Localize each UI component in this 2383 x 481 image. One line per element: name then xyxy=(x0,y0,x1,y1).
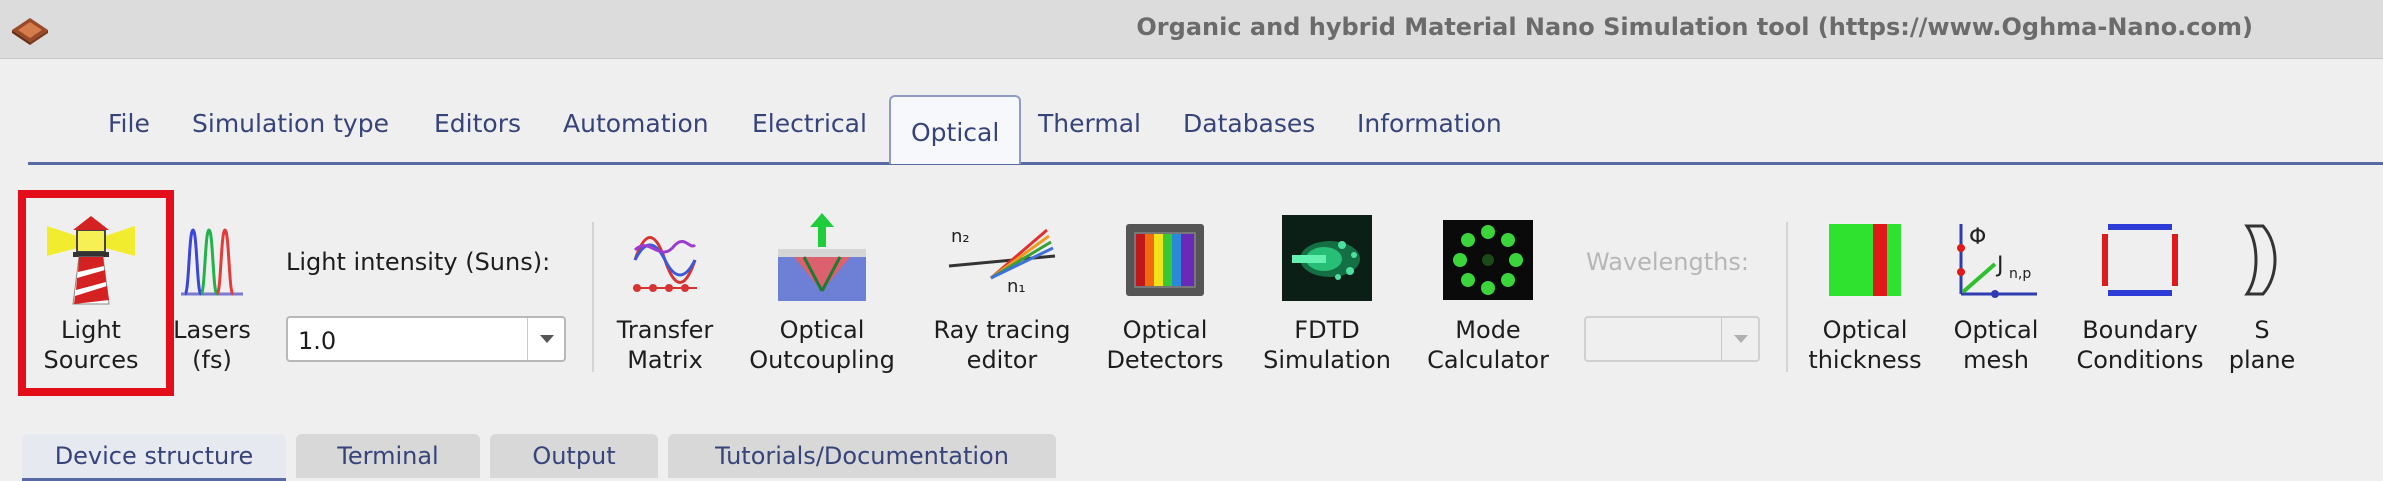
window-title: Organic and hybrid Material Nano Simulat… xyxy=(1136,13,2253,41)
lasers-button[interactable]: Lasers (fs) xyxy=(164,205,260,375)
optical-mesh-label: Optical mesh xyxy=(1953,316,2039,374)
outcoupling-icon xyxy=(778,213,866,301)
laser-spectrum-icon xyxy=(181,228,243,296)
highlight-box xyxy=(18,190,174,396)
optical-thickness-label: Optical thickness xyxy=(1808,316,1922,374)
tab-electrical[interactable]: Electrical xyxy=(752,92,867,156)
ray-n1-label: n₁ xyxy=(1007,276,1026,297)
ray-tracing-icon: n₂ n₁ xyxy=(948,226,1056,297)
optical-thickness-icon xyxy=(1825,220,1905,300)
s-plane-button[interactable]: S plane xyxy=(2226,205,2298,375)
tab-information[interactable]: Information xyxy=(1357,92,1502,156)
tab-simulation-type[interactable]: Simulation type xyxy=(192,92,389,156)
transfer-matrix-label: Transfer Matrix xyxy=(616,316,714,374)
light-intensity-value: 1.0 xyxy=(298,327,337,355)
chevron-down-icon[interactable] xyxy=(527,318,564,360)
mesh-phi-label: Φ xyxy=(1969,225,1986,250)
s-plane-icon xyxy=(2244,224,2277,296)
tab-editors[interactable]: Editors xyxy=(434,92,521,156)
light-intensity-label: Light intensity (Suns): xyxy=(286,248,551,276)
app-logo-icon xyxy=(12,18,48,45)
optical-outcoupling-label: Optical Outcoupling xyxy=(749,316,895,374)
optical-mesh-icon: Φ J n,p xyxy=(1957,224,2037,298)
optical-mesh-button[interactable]: Φ J n,p Optical mesh xyxy=(1944,205,2048,375)
optical-detectors-button[interactable]: Optical Detectors xyxy=(1098,205,1232,375)
optical-detectors-label: Optical Detectors xyxy=(1106,316,1224,374)
tab-optical[interactable]: Optical xyxy=(889,95,1022,164)
title-bar: Organic and hybrid Material Nano Simulat… xyxy=(0,0,2383,59)
mesh-np-label: n,p xyxy=(2009,266,2031,282)
fdtd-icon xyxy=(1282,215,1372,301)
optical-outcoupling-button[interactable]: Optical Outcoupling xyxy=(742,205,902,375)
fdtd-label: FDTD Simulation xyxy=(1263,316,1391,374)
wavelengths-label: Wavelengths: xyxy=(1586,248,1749,276)
mode-calculator-button[interactable]: Mode Calculator xyxy=(1416,205,1560,375)
mode-calculator-icon xyxy=(1443,220,1533,300)
boundary-conditions-button[interactable]: Boundary Conditions xyxy=(2062,205,2218,375)
tab-thermal[interactable]: Thermal xyxy=(1038,92,1141,156)
fdtd-simulation-button[interactable]: FDTD Simulation xyxy=(1252,205,1402,375)
ray-tracing-editor-button[interactable]: n₂ n₁ Ray tracing editor xyxy=(920,205,1084,375)
ray-n2-label: n₂ xyxy=(951,226,970,247)
tab-terminal[interactable]: Terminal xyxy=(296,434,480,478)
optical-thickness-button[interactable]: Optical thickness xyxy=(1800,205,1930,375)
ribbon-separator xyxy=(1786,222,1788,372)
transfer-matrix-button[interactable]: Transfer Matrix xyxy=(602,205,728,375)
wavelengths-select xyxy=(1584,316,1760,362)
boundary-conditions-icon xyxy=(2102,224,2178,296)
ribbon-separator xyxy=(592,222,594,372)
mode-calculator-label: Mode Calculator xyxy=(1427,316,1549,374)
tab-tutorials-documentation[interactable]: Tutorials/Documentation xyxy=(668,434,1056,478)
transfer-matrix-icon xyxy=(633,236,697,292)
s-plane-label: S plane xyxy=(2228,316,2296,374)
detector-icon xyxy=(1126,224,1204,296)
tab-device-structure[interactable]: Device structure xyxy=(22,434,286,481)
tab-databases[interactable]: Databases xyxy=(1183,92,1315,156)
tab-automation[interactable]: Automation xyxy=(563,92,709,156)
chevron-down-icon xyxy=(1721,318,1758,360)
light-intensity-select[interactable]: 1.0 xyxy=(286,316,566,362)
tab-file[interactable]: File xyxy=(108,92,150,156)
tab-output[interactable]: Output xyxy=(490,434,658,478)
ray-tracing-label: Ray tracing editor xyxy=(933,316,1071,374)
mesh-j-label: J xyxy=(1995,253,2004,278)
lasers-label: Lasers (fs) xyxy=(173,316,251,374)
boundary-conditions-label: Boundary Conditions xyxy=(2076,316,2204,374)
